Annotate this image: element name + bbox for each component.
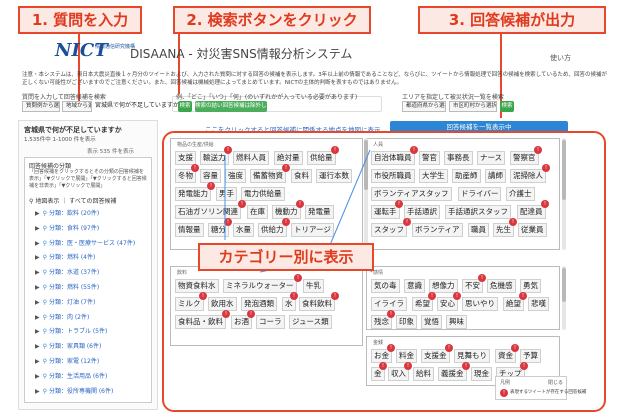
annotation-categories: カテゴリー別に表示 <box>198 243 374 271</box>
connector-line <box>329 149 371 246</box>
connector-svg <box>224 149 373 273</box>
badge-icon: ! <box>500 389 508 397</box>
legend-close-button[interactable]: 閉じる <box>548 379 563 386</box>
legend-title: 凡例 <box>500 380 511 386</box>
legend-text: 表現するツイートが存在する回答候補 <box>510 390 587 395</box>
legend-box: 凡例 閉じる ! 表現するツイートが存在する回答候補 <box>495 376 586 400</box>
